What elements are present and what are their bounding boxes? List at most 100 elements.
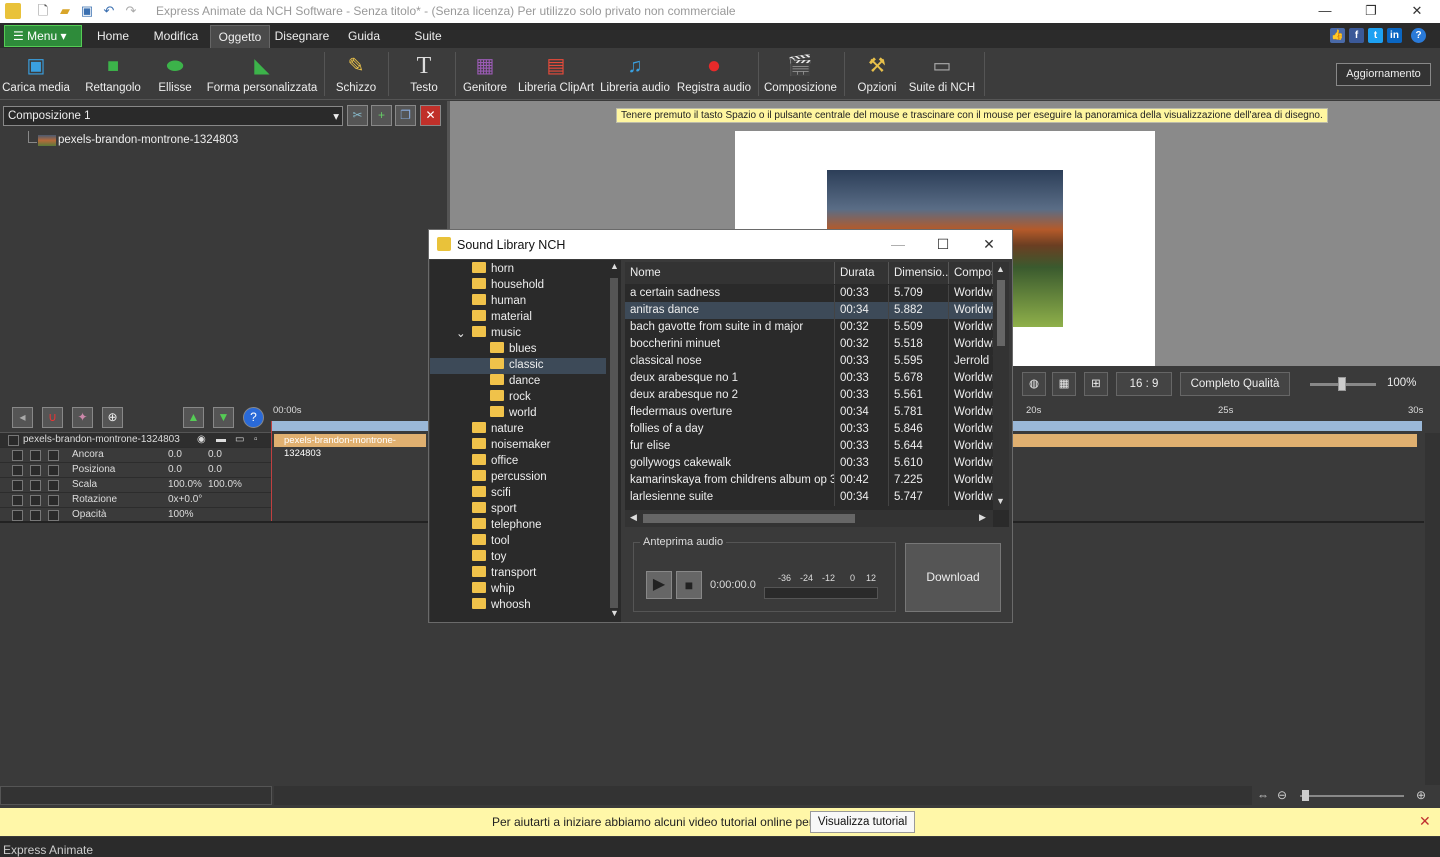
quality-button[interactable]: Completo Qualità <box>1180 372 1290 396</box>
sound-list[interactable]: Nome Durata Dimensio... Composi a certai… <box>625 262 1009 527</box>
sound-row[interactable]: follies of a day 00:33 5.846 Worldwi <box>625 421 993 438</box>
folder-item[interactable]: horn <box>472 262 514 278</box>
sound-row[interactable]: a certain sadness 00:33 5.709 Worldwi <box>625 285 993 302</box>
next-keyframe-icon[interactable] <box>48 465 59 476</box>
redo-icon[interactable]: ↷ <box>123 3 139 19</box>
next-keyframe-icon[interactable] <box>48 480 59 491</box>
move-up-icon[interactable]: ▲ <box>183 407 204 428</box>
more-icon[interactable]: ▫ <box>254 434 258 445</box>
delete-icon[interactable]: ✕ <box>420 105 441 126</box>
prev-keyframe-icon[interactable] <box>12 480 23 491</box>
tab-guida[interactable]: Guida <box>340 25 388 48</box>
property-value[interactable]: 0.0 <box>168 464 182 475</box>
audio-toggle-icon[interactable]: ◂ <box>12 407 33 428</box>
folder-item[interactable]: rock <box>490 390 531 406</box>
column-duration[interactable]: Durata <box>835 262 889 284</box>
sound-row[interactable]: fledermaus overture 00:34 5.781 Worldwi <box>625 404 993 421</box>
property-value[interactable]: 0x+0.0° <box>168 494 202 505</box>
property-value-2[interactable]: 0.0 <box>208 464 222 475</box>
list-vscroll-thumb[interactable] <box>997 280 1005 346</box>
safe-area-icon[interactable]: ⊞ <box>1084 372 1108 396</box>
close-button[interactable]: ✕ <box>1394 0 1440 23</box>
folder-item[interactable]: blues <box>490 342 537 358</box>
wrench-icon[interactable]: ✂ <box>347 105 368 126</box>
keyframe-toggle-icon[interactable] <box>30 480 41 491</box>
property-value-2[interactable]: 0.0 <box>208 449 222 460</box>
sound-row[interactable]: kamarinskaya from childrens album op 39 0… <box>625 472 993 489</box>
download-button[interactable]: Download <box>905 543 1001 612</box>
list-scroll-up-icon[interactable]: ▲ <box>996 264 1005 274</box>
list-scroll-down-icon[interactable]: ▼ <box>996 496 1005 506</box>
prev-keyframe-icon[interactable] <box>12 495 23 506</box>
folder-item[interactable]: ⌄ music <box>456 326 521 342</box>
folder-scrollbar[interactable]: ▲ ▼ <box>607 260 621 622</box>
sound-row[interactable]: bach gavotte from suite in d major 00:32 5… <box>625 319 993 336</box>
timeline-zoom-thumb[interactable] <box>1302 790 1309 801</box>
view-tutorial-button[interactable]: Visualizza tutorial <box>810 811 915 833</box>
registra-audio-button[interactable]: ● Registra audio <box>676 48 752 100</box>
opzioni-button[interactable]: ⚒ Opzioni <box>854 48 900 100</box>
folder-item[interactable]: whip <box>472 582 515 598</box>
restore-button[interactable]: ❐ <box>1348 0 1394 23</box>
zoom-out-icon[interactable]: ⊖ <box>1277 788 1287 802</box>
tab-modifica[interactable]: Modifica <box>145 25 207 48</box>
move-down-icon[interactable]: ▼ <box>213 407 234 428</box>
save-icon[interactable]: ▣ <box>79 3 95 19</box>
keyframe-toggle-icon[interactable] <box>30 510 41 521</box>
add-keyframe-icon[interactable]: ⊕ <box>102 407 123 428</box>
zoom-slider-thumb[interactable] <box>1338 377 1346 391</box>
folder-item[interactable]: toy <box>472 550 506 566</box>
composizione-button[interactable]: 🎬 Composizione <box>764 48 837 100</box>
timeline-hscroll-left[interactable] <box>0 786 272 805</box>
undo-icon[interactable]: ↶ <box>101 3 117 19</box>
scroll-down-icon[interactable]: ▼ <box>610 608 619 618</box>
folder-scroll-thumb[interactable] <box>610 278 618 608</box>
next-keyframe-icon[interactable] <box>48 510 59 521</box>
sound-row[interactable]: anitras dance 00:34 5.882 Worldwi <box>625 302 993 319</box>
property-value-2[interactable]: 100.0% <box>208 479 242 490</box>
clipart-button[interactable]: ▤ Libreria ClipArt <box>518 48 594 100</box>
zoom-in-icon[interactable]: ⊕ <box>1416 788 1426 802</box>
facebook-icon[interactable]: f <box>1349 28 1364 43</box>
folder-item[interactable]: household <box>472 278 544 294</box>
carica-media-button[interactable]: ▣ Carica media <box>2 48 70 100</box>
grid-icon[interactable]: ▦ <box>1052 372 1076 396</box>
list-hscroll[interactable]: ◀ ▶ <box>625 510 993 527</box>
folder-item[interactable]: dance <box>490 374 540 390</box>
menu-button[interactable]: ☰ Menu ▾ <box>4 25 82 47</box>
prev-keyframe-icon[interactable] <box>12 510 23 521</box>
folder-item[interactable]: whoosh <box>472 598 531 614</box>
tab-suite[interactable]: Suite <box>405 25 451 48</box>
stop-button[interactable]: ■ <box>676 571 702 599</box>
property-value[interactable]: 100% <box>168 509 194 520</box>
play-button[interactable]: ▶ <box>646 571 672 599</box>
folder-item[interactable]: classic <box>430 358 606 374</box>
minimize-button[interactable]: — <box>1302 0 1348 23</box>
layer-row[interactable]: pexels-brandon-montrone-1324803 ◉ ▬ ▭ ▫ <box>0 433 272 448</box>
property-row[interactable]: Posiziona 0.0 0.0 <box>0 463 272 478</box>
rettangolo-button[interactable]: ■ Rettangolo <box>80 48 146 100</box>
folder-item[interactable]: nature <box>472 422 524 438</box>
property-value[interactable]: 0.0 <box>168 449 182 460</box>
folder-item[interactable]: transport <box>472 566 536 582</box>
folder-item[interactable]: noisemaker <box>472 438 550 454</box>
dialog-close-button[interactable]: ✕ <box>966 230 1012 259</box>
layer-icon[interactable]: ▬ <box>216 434 226 445</box>
list-scroll-left-icon[interactable]: ◀ <box>630 512 637 523</box>
column-name[interactable]: Nome <box>625 262 835 284</box>
folder-item[interactable]: sport <box>472 502 517 518</box>
keyframe-toggle-icon[interactable] <box>30 495 41 506</box>
suite-nch-button[interactable]: ▭ Suite di NCH <box>906 48 978 100</box>
sound-row[interactable]: larlesienne suite 00:34 5.747 Worldwi <box>625 489 993 506</box>
folder-tree[interactable]: horn household human material ⌄ music blues cla… <box>430 260 607 622</box>
keyframe-icon[interactable]: ✦ <box>72 407 93 428</box>
scroll-up-icon[interactable]: ▲ <box>610 261 619 271</box>
property-row[interactable]: Ancora 0.0 0.0 <box>0 448 272 463</box>
tab-oggetto[interactable]: Oggetto <box>210 25 270 48</box>
timeline-clip-continued[interactable] <box>1013 434 1417 447</box>
keyframe-toggle-icon[interactable] <box>30 465 41 476</box>
prev-keyframe-icon[interactable] <box>12 465 23 476</box>
fit-icon[interactable]: ⇔ <box>1257 788 1269 802</box>
expand-icon[interactable]: ⌄ <box>456 326 466 340</box>
add-composition-icon[interactable]: + <box>371 105 392 126</box>
